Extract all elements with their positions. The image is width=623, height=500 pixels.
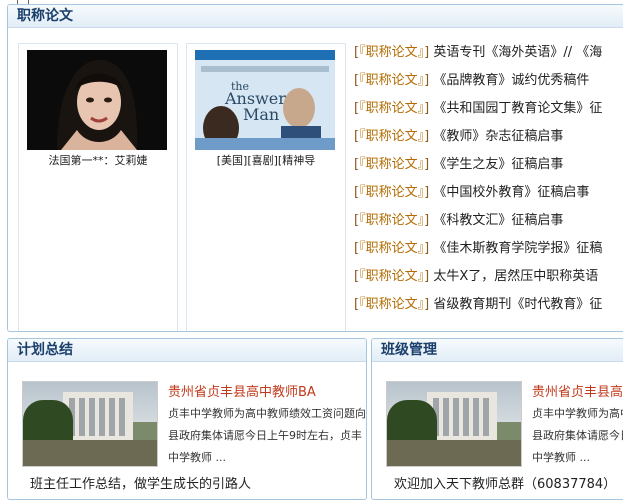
news-title[interactable]: 《佳木斯教育学院学报》征稿 [433, 241, 602, 256]
news-title[interactable]: 太牛X了，居然压中职称英语 [433, 269, 598, 284]
svg-text:Man: Man [243, 105, 279, 124]
movie-poster-icon: the Answer Man [195, 50, 335, 150]
list-item[interactable]: [『职称论文』] 省级教育期刊《时代教育》征 [354, 293, 623, 321]
featured-summary: 贞丰中学教师为高中教师绩效工资问题向县政府集体请愿今日上午9时左右，贞丰中学教师… [168, 407, 366, 464]
panel-class-management: 班级管理 贵州省贞丰县高中教师BA 贞丰中学教师为高中教师绩效工资问题向县政府集… [371, 338, 623, 500]
featured-summary: 贞丰中学教师为高中教师绩效工资问题向县政府集体请愿今日上午9时左右，贞丰中学教师… [532, 407, 623, 464]
category-tag[interactable]: [『职称论文』] [354, 73, 429, 88]
category-tag[interactable]: [『职称论文』] [354, 241, 429, 256]
category-tag[interactable]: [『职称论文』] [354, 297, 429, 312]
news-title[interactable]: 《品牌教育》诚约优秀稿件 [433, 73, 589, 88]
category-tag[interactable]: [『职称论文』] [354, 213, 429, 228]
list-item[interactable]: [『职称论文』] 《科教文汇》征稿启事 [354, 209, 623, 237]
category-tag[interactable]: [『职称论文』] [354, 157, 429, 172]
news-title[interactable]: 《教师》杂志征稿启事 [433, 129, 563, 144]
panel-header: 职称论文 ● [8, 5, 623, 28]
featured-title[interactable]: 贵州省贞丰县高中教师BA [168, 381, 316, 400]
list-item[interactable]: [『职称论文』] 《教师》杂志征稿启事 [354, 125, 623, 153]
category-tag[interactable]: [『职称论文』] [354, 45, 429, 60]
panel-title: 班级管理 [381, 342, 437, 358]
portrait-image[interactable] [27, 50, 167, 150]
list-item[interactable]: [『职称论文』] 《佳木斯教育学院学报》征稿 [354, 237, 623, 265]
list-item[interactable]: [『职称论文』] 太牛X了，居然压中职称英语 [354, 265, 623, 293]
list-item[interactable]: [『职称论文』] 《品牌教育》诚约优秀稿件 [354, 69, 623, 97]
category-tag[interactable]: [『职称论文』] [354, 129, 429, 144]
list-item[interactable]: [『职称论文』] 英语专刊《海外英语》// 《海 [354, 41, 623, 69]
news-title[interactable]: 《中国校外教育》征稿启事 [433, 185, 589, 200]
school-photo[interactable] [386, 381, 522, 467]
news-list: [『职称论文』] 英语专刊《海外英语》// 《海 [『职称论文』] 《品牌教育》… [354, 41, 623, 321]
news-title[interactable]: 《学生之友》征稿启事 [433, 157, 563, 172]
news-title[interactable]: 省级教育期刊《时代教育》征 [433, 297, 602, 312]
news-title[interactable]: 《共和国园丁教育论文集》征 [433, 101, 602, 116]
list-item[interactable]: [『职称论文』] 《共和国园丁教育论文集》征 [354, 97, 623, 125]
thumb-caption[interactable]: [美国][喜剧][精神导 [187, 152, 345, 168]
panel-professional-papers: 职称论文 ● 法国第一**：艾莉婕 the Answe [7, 4, 623, 332]
news-title[interactable]: 《科教文汇》征稿启事 [433, 213, 563, 228]
panel-title: 职称论文 [17, 8, 73, 24]
featured-title[interactable]: 贵州省贞丰县高中教师BA [532, 381, 623, 400]
panel-title: 计划总结 [17, 342, 73, 358]
panel-header: 计划总结 [8, 339, 366, 362]
category-tag[interactable]: [『职称论文』] [354, 185, 429, 200]
portrait-photo-icon [27, 50, 167, 150]
article-link[interactable]: 欢迎加入天下教师总群（60837784） [394, 473, 616, 492]
thumb-caption[interactable]: 法国第一**：艾莉婕 [19, 152, 177, 168]
movie-poster-image[interactable]: the Answer Man [195, 50, 335, 150]
category-tag[interactable]: [『职称论文』] [354, 101, 429, 116]
category-tag[interactable]: [『职称论文』] [354, 269, 429, 284]
panel-plan-summary: 计划总结 贵州省贞丰县高中教师BA 贞丰中学教师为高中教师绩效工资问题向县政府集… [7, 338, 367, 500]
school-photo[interactable] [22, 381, 158, 467]
thumb-card-1[interactable]: 法国第一**：艾莉婕 [18, 43, 178, 331]
list-item[interactable]: [『职称论文』] 《中国校外教育》征稿启事 [354, 181, 623, 209]
news-title[interactable]: 英语专刊《海外英语》// 《海 [433, 45, 602, 60]
list-item[interactable]: [『职称论文』] 《学生之友》征稿启事 [354, 153, 623, 181]
thumb-card-2[interactable]: the Answer Man [美国][喜剧][精神导 [186, 43, 346, 331]
panel-header: 班级管理 [372, 339, 623, 362]
article-link[interactable]: 班主任工作总结，做学生成长的引路人 [30, 473, 251, 492]
